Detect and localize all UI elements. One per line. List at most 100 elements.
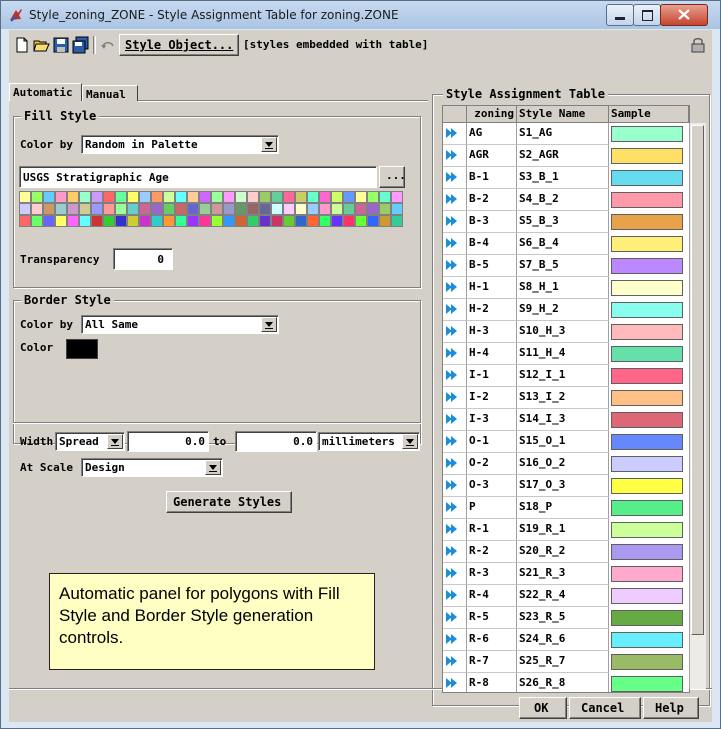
table-header-sample[interactable]: Sample: [609, 106, 689, 123]
table-row[interactable]: R-7 S25_R_7: [443, 651, 689, 673]
row-arrow-cell[interactable]: [443, 387, 467, 409]
undo-icon[interactable]: [99, 36, 117, 54]
palette-swatch[interactable]: [271, 191, 283, 203]
row-arrow-cell[interactable]: [443, 519, 467, 541]
palette-swatch[interactable]: [259, 215, 271, 227]
palette-swatch[interactable]: [115, 215, 127, 227]
close-button[interactable]: [660, 4, 708, 26]
palette-swatch[interactable]: [79, 191, 91, 203]
palette-swatch[interactable]: [79, 203, 91, 215]
style-sample-swatch[interactable]: [611, 434, 683, 450]
tab-manual[interactable]: Manual: [82, 85, 138, 101]
row-arrow-cell[interactable]: [443, 673, 467, 692]
style-sample-swatch[interactable]: [611, 632, 683, 648]
palette-swatch[interactable]: [151, 215, 163, 227]
palette-swatch[interactable]: [307, 191, 319, 203]
palette-swatch[interactable]: [259, 191, 271, 203]
palette-swatch[interactable]: [367, 215, 379, 227]
new-icon[interactable]: [13, 36, 31, 54]
palette-swatch[interactable]: [91, 203, 103, 215]
style-sample-swatch[interactable]: [611, 170, 683, 186]
row-arrow-cell[interactable]: [443, 145, 467, 167]
chevron-down-icon[interactable]: [107, 434, 123, 449]
style-sample-swatch[interactable]: [611, 346, 683, 362]
palette-browse-button[interactable]: ...: [379, 166, 406, 188]
palette-swatch[interactable]: [151, 191, 163, 203]
row-arrow-cell[interactable]: [443, 453, 467, 475]
palette-swatch[interactable]: [19, 203, 31, 215]
style-sample-swatch[interactable]: [611, 676, 683, 692]
table-scrollbar[interactable]: [689, 123, 706, 689]
palette-swatch[interactable]: [319, 215, 331, 227]
row-arrow-cell[interactable]: [443, 255, 467, 277]
row-arrow-cell[interactable]: [443, 497, 467, 519]
palette-swatch[interactable]: [367, 203, 379, 215]
row-arrow-cell[interactable]: [443, 585, 467, 607]
palette-swatch[interactable]: [55, 215, 67, 227]
table-row[interactable]: I-3 S14_I_3: [443, 409, 689, 431]
palette-swatch[interactable]: [139, 203, 151, 215]
palette-swatch[interactable]: [163, 215, 175, 227]
palette-swatch[interactable]: [19, 215, 31, 227]
style-sample-swatch[interactable]: [611, 280, 683, 296]
width-from-field[interactable]: 0.0: [127, 431, 209, 452]
row-arrow-cell[interactable]: [443, 475, 467, 497]
table-header-style-name[interactable]: Style Name: [517, 106, 609, 123]
table-row[interactable]: O-1 S15_O_1: [443, 431, 689, 453]
table-row[interactable]: R-4 S22_R_4: [443, 585, 689, 607]
palette-swatch[interactable]: [127, 203, 139, 215]
palette-name-field[interactable]: USGS Stratigraphic Age: [19, 166, 377, 188]
palette-swatch[interactable]: [295, 215, 307, 227]
style-object-button[interactable]: Style Object...: [119, 34, 239, 56]
table-row[interactable]: R-8 S26_R_8: [443, 673, 689, 692]
lock-icon[interactable]: [689, 36, 707, 54]
style-sample-swatch[interactable]: [611, 654, 683, 670]
style-sample-swatch[interactable]: [611, 324, 683, 340]
palette-swatch[interactable]: [175, 191, 187, 203]
width-mode-select[interactable]: Spread: [55, 432, 125, 451]
palette-swatch[interactable]: [307, 215, 319, 227]
style-sample-swatch[interactable]: [611, 214, 683, 230]
palette-swatch[interactable]: [391, 203, 403, 215]
table-row[interactable]: H-4 S11_H_4: [443, 343, 689, 365]
table-row[interactable]: H-3 S10_H_3: [443, 321, 689, 343]
palette-swatch[interactable]: [151, 203, 163, 215]
palette-swatch[interactable]: [139, 191, 151, 203]
table-row[interactable]: R-5 S23_R_5: [443, 607, 689, 629]
style-sample-swatch[interactable]: [611, 588, 683, 604]
style-sample-swatch[interactable]: [611, 456, 683, 472]
palette-swatch[interactable]: [211, 215, 223, 227]
row-arrow-cell[interactable]: [443, 233, 467, 255]
palette-swatch[interactable]: [331, 203, 343, 215]
palette-swatch[interactable]: [343, 191, 355, 203]
palette-swatch[interactable]: [187, 203, 199, 215]
table-row[interactable]: B-4 S6_B_4: [443, 233, 689, 255]
palette-swatch[interactable]: [235, 191, 247, 203]
palette-swatch[interactable]: [367, 191, 379, 203]
palette-swatch[interactable]: [103, 191, 115, 203]
row-arrow-cell[interactable]: [443, 541, 467, 563]
table-row[interactable]: B-5 S7_B_5: [443, 255, 689, 277]
palette-swatch[interactable]: [127, 191, 139, 203]
open-icon[interactable]: [32, 36, 50, 54]
style-sample-swatch[interactable]: [611, 368, 683, 384]
table-row[interactable]: R-3 S21_R_3: [443, 563, 689, 585]
palette-swatch[interactable]: [91, 191, 103, 203]
table-row[interactable]: I-2 S13_I_2: [443, 387, 689, 409]
table-row[interactable]: H-2 S9_H_2: [443, 299, 689, 321]
palette-swatch[interactable]: [235, 215, 247, 227]
row-arrow-cell[interactable]: [443, 167, 467, 189]
palette-swatch[interactable]: [67, 203, 79, 215]
palette-swatch[interactable]: [67, 191, 79, 203]
palette-swatch[interactable]: [115, 191, 127, 203]
style-sample-swatch[interactable]: [611, 302, 683, 318]
palette-swatch[interactable]: [163, 203, 175, 215]
palette-swatch[interactable]: [91, 215, 103, 227]
row-arrow-cell[interactable]: [443, 629, 467, 651]
palette-swatch[interactable]: [331, 215, 343, 227]
table-header-zoning[interactable]: zoning: [467, 106, 517, 123]
palette-swatch[interactable]: [391, 191, 403, 203]
palette-swatch[interactable]: [319, 203, 331, 215]
generate-styles-button[interactable]: Generate Styles: [166, 491, 292, 513]
at-scale-select[interactable]: Design: [81, 458, 223, 477]
